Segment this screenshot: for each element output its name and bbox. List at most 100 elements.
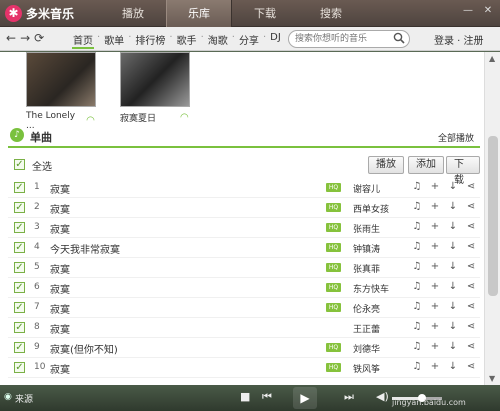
nav-link-dj[interactable]: DJ xyxy=(269,32,282,49)
listen-icon[interactable]: ♫ xyxy=(411,181,423,192)
song-artist[interactable]: 谢容儿 xyxy=(353,182,380,195)
download-icon[interactable]: ↓ xyxy=(447,341,459,352)
add-icon[interactable]: + xyxy=(429,301,441,312)
song-title[interactable]: 寂寞 xyxy=(50,361,70,376)
nav-link-charts[interactable]: 排行榜 xyxy=(134,32,166,49)
play-icon[interactable]: ▶ xyxy=(293,387,317,409)
song-checkbox[interactable]: ✓ xyxy=(14,282,25,293)
share-icon[interactable]: ⋖ xyxy=(465,261,477,272)
album-card[interactable]: 寂寞夏日 ◠ xyxy=(120,52,192,131)
song-title[interactable]: 寂寞 xyxy=(50,281,70,296)
add-icon[interactable]: + xyxy=(429,341,441,352)
search-input[interactable] xyxy=(295,31,395,47)
song-title[interactable]: 寂寞 xyxy=(50,321,70,336)
song-artist[interactable]: 刘德华 xyxy=(353,342,380,355)
listen-icon[interactable]: ♫ xyxy=(411,261,423,272)
song-checkbox[interactable]: ✓ xyxy=(14,342,25,353)
scrollbar[interactable]: ▲ ▼ xyxy=(484,52,500,385)
song-row[interactable]: ✓ 8 寂寞 王正蕾 ♫ + ↓ ⋖ xyxy=(8,318,480,338)
download-button[interactable]: 下载 xyxy=(446,156,480,186)
forward-icon[interactable]: → xyxy=(20,31,30,45)
share-icon[interactable]: ⋖ xyxy=(465,241,477,252)
song-checkbox[interactable]: ✓ xyxy=(14,182,25,193)
song-row[interactable]: ✓ 9 寂寞(但你不知) HQ 刘德华 ♫ + ↓ ⋖ xyxy=(8,338,480,358)
tab-download[interactable]: 下载 xyxy=(232,0,298,27)
next-icon[interactable]: ⏭ xyxy=(344,390,354,404)
song-row[interactable]: ✓ 1 寂寞 HQ 谢容儿 ♫ + ↓ ⋖ xyxy=(8,178,480,198)
album-cover[interactable] xyxy=(120,52,190,107)
nav-link-share[interactable]: 分享 xyxy=(238,32,260,49)
listen-icon[interactable]: ♫ xyxy=(411,201,423,212)
add-icon[interactable]: + xyxy=(429,261,441,272)
download-icon[interactable]: ↓ xyxy=(447,301,459,312)
song-row[interactable]: ✓ 4 今天我非常寂寞 HQ 钟镇涛 ♫ + ↓ ⋖ xyxy=(8,238,480,258)
select-all-checkbox[interactable]: ✓ xyxy=(14,159,25,170)
share-icon[interactable]: ⋖ xyxy=(465,301,477,312)
song-artist[interactable]: 钟镇涛 xyxy=(353,242,380,255)
song-artist[interactable]: 张真菲 xyxy=(353,262,380,275)
download-icon[interactable]: ↓ xyxy=(447,181,459,192)
add-icon[interactable]: + xyxy=(429,221,441,232)
listen-icon[interactable]: ♫ xyxy=(411,321,423,332)
tab-library[interactable]: 乐库 xyxy=(166,0,232,27)
listen-icon[interactable]: ♫ xyxy=(411,361,423,372)
download-icon[interactable]: ↓ xyxy=(447,241,459,252)
song-row[interactable]: ✓ 3 寂寞 HQ 张雨生 ♫ + ↓ ⋖ xyxy=(8,218,480,238)
song-artist[interactable]: 张雨生 xyxy=(353,222,380,235)
add-icon[interactable]: + xyxy=(429,201,441,212)
nav-link-discover[interactable]: 淘歌 xyxy=(207,32,229,49)
play-all-link[interactable]: 全部播放 xyxy=(438,131,474,144)
scroll-thumb[interactable] xyxy=(488,136,498,296)
song-checkbox[interactable]: ✓ xyxy=(14,222,25,233)
song-checkbox[interactable]: ✓ xyxy=(14,302,25,313)
song-title[interactable]: 寂寞 xyxy=(50,201,70,216)
scroll-down-icon[interactable]: ▼ xyxy=(489,374,495,383)
song-title[interactable]: 寂寞 xyxy=(50,221,70,236)
play-button[interactable]: 播放 xyxy=(368,156,404,174)
refresh-icon[interactable]: ⟳ xyxy=(34,31,44,45)
share-icon[interactable]: ⋖ xyxy=(465,361,477,372)
song-checkbox[interactable]: ✓ xyxy=(14,262,25,273)
share-icon[interactable]: ⋖ xyxy=(465,341,477,352)
song-artist[interactable]: 西单女孩 xyxy=(353,202,389,215)
login-register-link[interactable]: 登录 · 注册 xyxy=(434,32,484,47)
listen-icon[interactable]: ♫ xyxy=(411,301,423,312)
song-title[interactable]: 今天我非常寂寞 xyxy=(50,241,120,256)
add-icon[interactable]: + xyxy=(429,241,441,252)
song-checkbox[interactable]: ✓ xyxy=(14,202,25,213)
song-artist[interactable]: 铁风筝 xyxy=(353,362,380,375)
share-icon[interactable]: ⋖ xyxy=(465,201,477,212)
download-icon[interactable]: ↓ xyxy=(447,261,459,272)
share-icon[interactable]: ⋖ xyxy=(465,281,477,292)
download-icon[interactable]: ↓ xyxy=(447,361,459,372)
download-icon[interactable]: ↓ xyxy=(447,201,459,212)
add-icon[interactable]: + xyxy=(429,281,441,292)
album-title[interactable]: 寂寞夏日 xyxy=(120,111,156,124)
song-row[interactable]: ✓ 7 寂寞 HQ 伦永亮 ♫ + ↓ ⋖ xyxy=(8,298,480,318)
listen-icon[interactable]: ♫ xyxy=(411,341,423,352)
share-icon[interactable]: ⋖ xyxy=(465,181,477,192)
listen-icon[interactable]: ♫ xyxy=(411,221,423,232)
album-cover[interactable] xyxy=(26,52,96,107)
album-card[interactable]: The Lonely ... ◠ xyxy=(26,52,98,131)
tab-search[interactable]: 搜索 xyxy=(298,0,364,27)
song-row[interactable]: ✓ 2 寂寞 HQ 西单女孩 ♫ + ↓ ⋖ xyxy=(8,198,480,218)
add-icon[interactable]: + xyxy=(429,321,441,332)
scroll-up-icon[interactable]: ▲ xyxy=(489,54,495,63)
song-checkbox[interactable]: ✓ xyxy=(14,242,25,253)
add-icon[interactable]: + xyxy=(429,181,441,192)
tab-play[interactable]: 播放 xyxy=(100,0,166,27)
song-title[interactable]: 寂寞 xyxy=(50,181,70,196)
listen-icon[interactable]: ♫ xyxy=(411,281,423,292)
nav-link-playlists[interactable]: 歌单 xyxy=(103,32,125,49)
song-row[interactable]: ✓ 5 寂寞 HQ 张真菲 ♫ + ↓ ⋖ xyxy=(8,258,480,278)
song-artist[interactable]: 东方快车 xyxy=(353,282,389,295)
download-icon[interactable]: ↓ xyxy=(447,221,459,232)
add-button[interactable]: 添加 xyxy=(408,156,444,174)
nav-link-home[interactable]: 首页 xyxy=(72,32,94,49)
add-icon[interactable]: + xyxy=(429,361,441,372)
song-checkbox[interactable]: ✓ xyxy=(14,362,25,373)
song-row[interactable]: ✓ 10 寂寞 HQ 铁风筝 ♫ + ↓ ⋖ xyxy=(8,358,480,378)
download-icon[interactable]: ↓ xyxy=(447,321,459,332)
nav-link-artists[interactable]: 歌手 xyxy=(176,32,198,49)
